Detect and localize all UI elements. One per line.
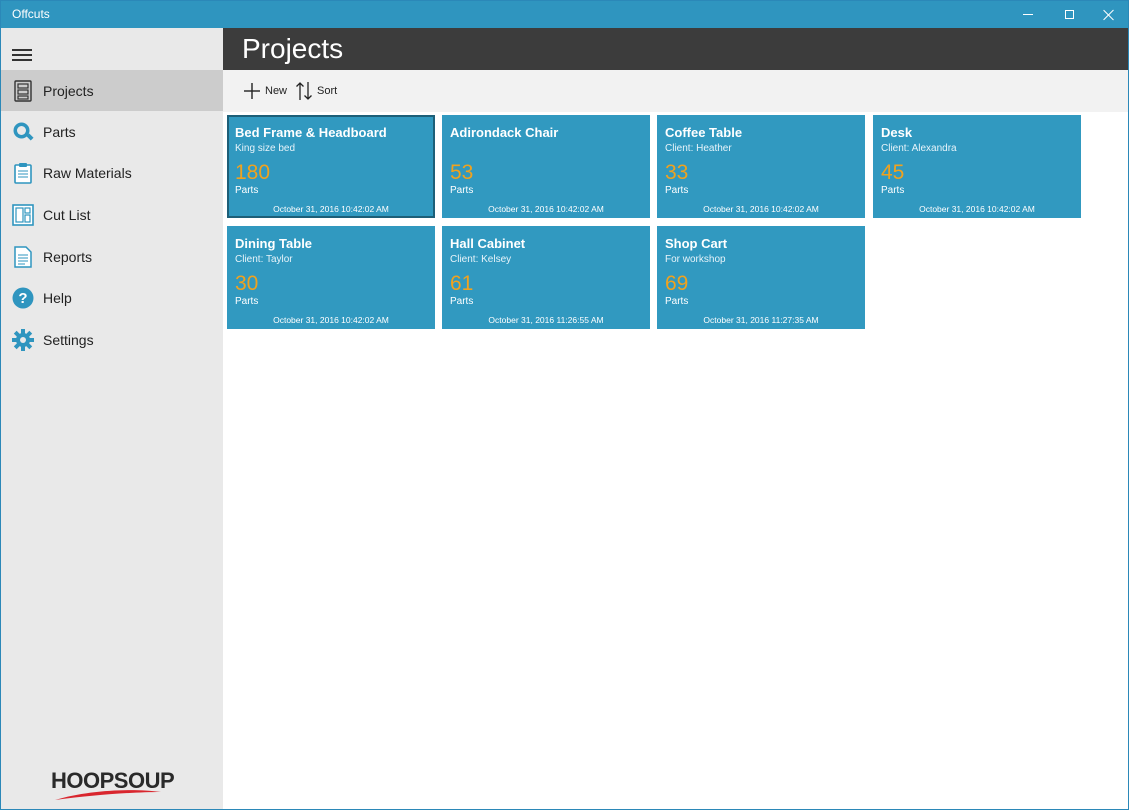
project-tile-coffee-table[interactable]: Coffee Table Client: Heather 33 Parts Oc… [657, 115, 865, 218]
project-description: Client: Heather [665, 143, 732, 154]
project-date: October 31, 2016 10:42:02 AM [273, 204, 389, 214]
part-count-unit: Parts [881, 185, 905, 196]
project-date: October 31, 2016 11:27:35 AM [703, 315, 819, 325]
sidebar: Projects Parts Raw Materials Cut List Re [1, 28, 223, 809]
part-count: 45 [881, 161, 905, 184]
part-count: 180 [235, 161, 271, 184]
project-tile-hall-cabinet[interactable]: Hall Cabinet Client: Kelsey 61 Parts Oct… [442, 226, 650, 329]
project-date: October 31, 2016 10:42:02 AM [488, 204, 604, 214]
minimize-button[interactable] [1005, 1, 1051, 28]
project-date: October 31, 2016 11:26:55 AM [488, 315, 604, 325]
project-description: Client: Alexandra [881, 143, 957, 154]
app-window: Offcuts Projects Parts Raw Materials Cut… [0, 0, 1129, 810]
sidebar-item-cut-list[interactable]: Cut List [1, 194, 223, 235]
project-tile-shop-cart[interactable]: Shop Cart For workshop 69 Parts October … [657, 226, 865, 329]
part-count: 61 [450, 272, 474, 295]
project-name: Coffee Table [665, 125, 743, 140]
hamburger-menu-icon[interactable] [12, 49, 32, 61]
close-icon [1103, 9, 1115, 21]
clipboard-icon [12, 162, 34, 184]
sidebar-item-help[interactable]: ? Help [1, 277, 223, 318]
part-count-unit: Parts [235, 296, 259, 307]
part-count-unit: Parts [450, 296, 474, 307]
project-name: Adirondack Chair [450, 125, 559, 140]
plus-icon [244, 83, 260, 99]
project-description: Client: Taylor [235, 254, 293, 265]
project-date: October 31, 2016 10:42:02 AM [703, 204, 819, 214]
project-name: Hall Cabinet [450, 236, 526, 251]
layout-icon [12, 203, 34, 226]
part-count-unit: Parts [235, 185, 259, 196]
project-description: For workshop [665, 254, 726, 265]
sidebar-item-label: Cut List [43, 206, 91, 223]
part-count-unit: Parts [450, 185, 474, 196]
document-icon [12, 245, 34, 268]
project-tile-adirondack-chair[interactable]: Adirondack Chair 53 Parts October 31, 20… [442, 115, 650, 218]
project-description: Client: Kelsey [450, 254, 512, 265]
sidebar-item-raw-materials[interactable]: Raw Materials [1, 152, 223, 193]
sidebar-item-label: Help [43, 289, 72, 306]
gear-icon [12, 328, 34, 351]
close-button[interactable] [1086, 1, 1129, 28]
hoopsoup-logo: HOOPSOUP [51, 766, 175, 802]
sidebar-item-label: Projects [43, 82, 94, 99]
part-count: 69 [665, 272, 689, 295]
project-name: Bed Frame & Headboard [235, 125, 387, 140]
project-name: Dining Table [235, 236, 313, 251]
sidebar-item-label: Raw Materials [43, 164, 132, 181]
sidebar-item-label: Reports [43, 248, 93, 265]
sidebar-item-projects[interactable]: Projects [1, 70, 223, 111]
sidebar-item-parts[interactable]: Parts [1, 111, 223, 152]
project-tile-bed-frame-headboard[interactable]: Bed Frame & Headboard King size bed 180 … [227, 115, 435, 218]
svg-text:?: ? [18, 290, 27, 307]
page-header: Projects [223, 28, 1128, 70]
new-label: New [265, 85, 288, 97]
sidebar-item-settings[interactable]: Settings [1, 319, 223, 360]
cabinet-icon [12, 79, 34, 102]
command-bar: New Sort [223, 70, 1128, 112]
sidebar-item-reports[interactable]: Reports [1, 236, 223, 277]
page-title: Projects [242, 33, 344, 64]
part-count: 33 [665, 161, 689, 184]
project-date: October 31, 2016 10:42:02 AM [919, 204, 1035, 214]
part-count: 30 [235, 272, 259, 295]
sidebar-item-label: Parts [43, 123, 76, 140]
project-description: King size bed [235, 143, 296, 154]
minimize-icon [1023, 14, 1033, 15]
maximize-icon [1064, 10, 1074, 19]
project-tile-dining-table[interactable]: Dining Table Client: Taylor 30 Parts Oct… [227, 226, 435, 329]
title-bar[interactable]: Offcuts [1, 1, 1128, 28]
new-button[interactable]: New [243, 80, 287, 102]
part-count: 53 [450, 161, 474, 184]
project-tile-desk[interactable]: Desk Client: Alexandra 45 Parts October … [873, 115, 1081, 218]
project-date: October 31, 2016 10:42:02 AM [273, 315, 389, 325]
help-icon: ? [12, 287, 34, 309]
project-name: Shop Cart [665, 236, 728, 251]
part-count-unit: Parts [665, 185, 689, 196]
project-name: Desk [881, 125, 913, 140]
part-count-unit: Parts [665, 296, 689, 307]
sort-icon [296, 82, 312, 100]
app-title: Offcuts [12, 7, 50, 21]
sort-label: Sort [317, 85, 338, 97]
sort-button[interactable]: Sort [295, 80, 337, 102]
search-icon [12, 121, 34, 143]
sidebar-item-label: Settings [43, 331, 94, 348]
